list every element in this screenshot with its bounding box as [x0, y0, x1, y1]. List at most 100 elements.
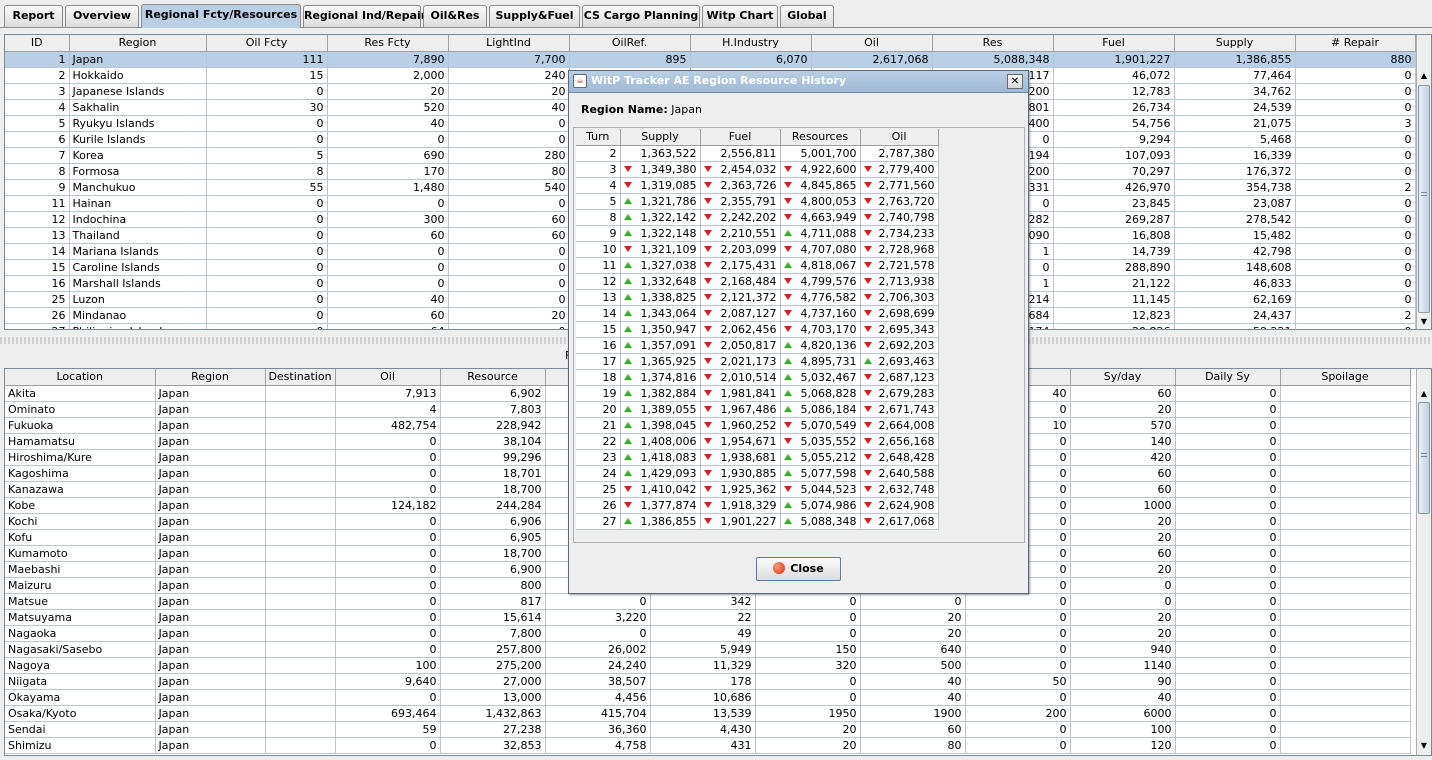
history-row[interactable]: 12 1,332,648 2,168,484 4,799,576 2,713,938	[576, 273, 939, 290]
table-cell: 18,701	[440, 465, 546, 482]
table-row[interactable]: Niigata Japan 9,640 27,000 38,507 178 0 40 50 90 0	[5, 673, 1411, 690]
history-cell: 4,800,053	[780, 193, 861, 210]
history-row[interactable]: 9 1,322,148 2,210,551 4,711,088 2,734,233	[576, 225, 939, 242]
table-row[interactable]: 1 Japan 111 7,890 7,700 895 6,070 2,617,068 5,08…	[5, 51, 1416, 68]
table-row[interactable]: Matsuyama Japan 0 15,614 3,220 22 0 20 0 20 0	[5, 609, 1411, 626]
tab-regional-ind-repair[interactable]: Regional Ind/Repair	[303, 5, 426, 27]
column-header[interactable]: Location	[5, 369, 156, 386]
history-row[interactable]: 5 1,321,786 2,355,791 4,800,053 2,763,720	[576, 193, 939, 210]
tab-witp-chart[interactable]: Witp Chart	[702, 5, 778, 27]
table-cell: 0	[206, 211, 328, 228]
history-row[interactable]: 15 1,350,947 2,062,456 4,703,170 2,695,343	[576, 321, 939, 338]
column-header[interactable]: Oil	[335, 369, 441, 386]
column-header[interactable]: Destination	[265, 369, 336, 386]
history-row[interactable]: 4 1,319,085 2,363,726 4,845,865 2,771,560	[576, 177, 939, 194]
column-header[interactable]: Daily Sy	[1175, 369, 1281, 386]
history-value: 2,664,008	[878, 418, 935, 432]
scroll-down-icon[interactable]: ▼	[1417, 739, 1431, 753]
column-header[interactable]: Sy/day	[1070, 369, 1176, 386]
tab-global[interactable]: Global	[780, 5, 834, 27]
history-column-header[interactable]: Resources	[780, 129, 861, 146]
history-row[interactable]: 21 1,398,045 1,960,252 5,070,549 2,664,008	[576, 417, 939, 434]
history-row[interactable]: 2 1,363,522 2,556,811 5,001,700 2,787,380	[576, 145, 939, 162]
history-row[interactable]: 17 1,365,925 2,021,173 4,895,731 2,693,463	[576, 353, 939, 370]
history-row[interactable]: 19 1,382,884 1,981,841 5,068,828 2,679,283	[576, 385, 939, 402]
tab-overview[interactable]: Overview	[65, 5, 139, 27]
location-table-scrollbar[interactable]: ▲ ▼	[1416, 369, 1431, 755]
table-cell	[1280, 529, 1411, 546]
history-row[interactable]: 20 1,389,055 1,967,486 5,086,184 2,671,743	[576, 401, 939, 418]
history-column-header[interactable]: Turn	[576, 129, 621, 146]
region-table-scrollbar[interactable]: ▲ ▼	[1416, 35, 1431, 329]
history-value: 1,410,042	[640, 482, 697, 496]
column-header[interactable]: Oil Fcty	[206, 35, 328, 52]
tab-report[interactable]: Report	[4, 5, 63, 27]
table-row[interactable]: Nagaoka Japan 0 7,800 0 49 0 20 0 20 0	[5, 625, 1411, 642]
table-row[interactable]: Nagoya Japan 100 275,200 24,240 11,329 320 500 0…	[5, 657, 1411, 674]
table-cell: 342	[650, 593, 756, 610]
tab-cs-cargo-planning[interactable]: CS Cargo Planning	[582, 5, 700, 27]
history-row[interactable]: 8 1,322,142 2,242,202 4,663,949 2,740,798	[576, 209, 939, 226]
column-header[interactable]: Res Fcty	[327, 35, 449, 52]
history-value: 2,021,173	[720, 354, 777, 368]
column-header[interactable]: Region	[69, 35, 207, 52]
history-row[interactable]: 10 1,321,109 2,203,099 4,707,080 2,728,968	[576, 241, 939, 258]
scroll-up-icon[interactable]: ▲	[1417, 387, 1431, 401]
column-header[interactable]: Oil	[811, 35, 933, 52]
history-row[interactable]: 25 1,410,042 1,925,362 5,044,523 2,632,748	[576, 481, 939, 498]
table-row[interactable]: Matsue Japan 0 817 0 342 0 0 0 0 0	[5, 593, 1411, 610]
history-row[interactable]: 22 1,408,006 1,954,671 5,035,552 2,656,168	[576, 433, 939, 450]
column-header[interactable]: Fuel	[1053, 35, 1175, 52]
history-row[interactable]: 23 1,418,083 1,938,681 5,055,212 2,648,428	[576, 449, 939, 466]
table-cell: 817	[440, 593, 546, 610]
table-row[interactable]: Sendai Japan 59 27,238 36,360 4,430 20 60 0 100 0	[5, 721, 1411, 738]
history-cell: 1,350,947	[620, 321, 701, 338]
history-row[interactable]: 11 1,327,038 2,175,431 4,818,067 2,721,578	[576, 257, 939, 274]
trend-up-icon	[783, 470, 792, 476]
table-row[interactable]: Nagasaki/Sasebo Japan 0 257,800 26,002 5,949 1…	[5, 641, 1411, 658]
history-row[interactable]: 24 1,429,093 1,930,885 5,077,598 2,640,588	[576, 465, 939, 482]
column-header[interactable]: ID	[5, 35, 70, 52]
column-header[interactable]: OilRef.	[569, 35, 691, 52]
history-row[interactable]: 13 1,338,825 2,121,372 4,776,582 2,706,303	[576, 289, 939, 306]
table-row[interactable]: Okayama Japan 0 13,000 4,456 10,686 0 40 0 40 0	[5, 689, 1411, 706]
history-row[interactable]: 26 1,377,874 1,918,329 5,074,986 2,624,908	[576, 497, 939, 514]
table-row[interactable]: Shimizu Japan 0 32,853 4,758 431 20 80 0 120 0	[5, 737, 1411, 754]
history-cell: 1,386,855	[620, 513, 701, 530]
tab-oil-res[interactable]: Oil&Res	[423, 5, 487, 27]
history-row[interactable]: 14 1,343,064 2,087,127 4,737,160 2,698,699	[576, 305, 939, 322]
close-button[interactable]: Close	[756, 557, 841, 581]
history-row[interactable]: 27 1,386,855 1,901,227 5,088,348 2,617,068	[576, 513, 939, 530]
table-row[interactable]: Osaka/Kyoto Japan 693,464 1,432,863 415,704 1…	[5, 705, 1411, 722]
column-header[interactable]: # Repair	[1295, 35, 1416, 52]
table-cell	[265, 401, 336, 418]
table-cell: 0	[965, 609, 1071, 626]
column-header[interactable]: Res	[932, 35, 1054, 52]
history-column-header[interactable]: Fuel	[700, 129, 781, 146]
column-header[interactable]: H.Industry	[690, 35, 812, 52]
scroll-thumb[interactable]	[1418, 402, 1430, 514]
close-icon[interactable]: ✕	[1007, 74, 1023, 89]
table-cell: 5,949	[650, 641, 756, 658]
history-column-header[interactable]: Oil	[860, 129, 939, 146]
scroll-up-icon[interactable]: ▲	[1417, 69, 1431, 83]
history-column-header[interactable]: Supply	[620, 129, 701, 146]
history-row[interactable]: 3 1,349,380 2,454,032 4,922,600 2,779,400	[576, 161, 939, 178]
dialog-title-bar[interactable]: ☕ WitP Tracker AE Region Resource Histor…	[569, 71, 1028, 93]
history-row[interactable]: 16 1,357,091 2,050,817 4,820,136 2,692,203	[576, 337, 939, 354]
column-header[interactable]: Spoilage	[1280, 369, 1411, 386]
turn-cell: 20	[576, 401, 621, 418]
column-header[interactable]: Region	[155, 369, 266, 386]
history-cell: 1,967,486	[700, 401, 781, 418]
column-header[interactable]: Resource	[440, 369, 546, 386]
column-header[interactable]: LightInd	[448, 35, 570, 52]
tab-supply-fuel[interactable]: Supply&Fuel	[489, 5, 580, 27]
column-header[interactable]: Supply	[1174, 35, 1296, 52]
scroll-down-icon[interactable]: ▼	[1417, 315, 1431, 329]
table-cell: 15	[206, 67, 328, 84]
trend-down-icon	[863, 182, 872, 188]
scroll-thumb[interactable]	[1418, 85, 1430, 313]
table-cell: Japan	[155, 545, 266, 562]
history-row[interactable]: 18 1,374,816 2,010,514 5,032,467 2,687,123	[576, 369, 939, 386]
tab-regional-fcty-resources[interactable]: Regional Fcty/Resources	[141, 4, 301, 28]
